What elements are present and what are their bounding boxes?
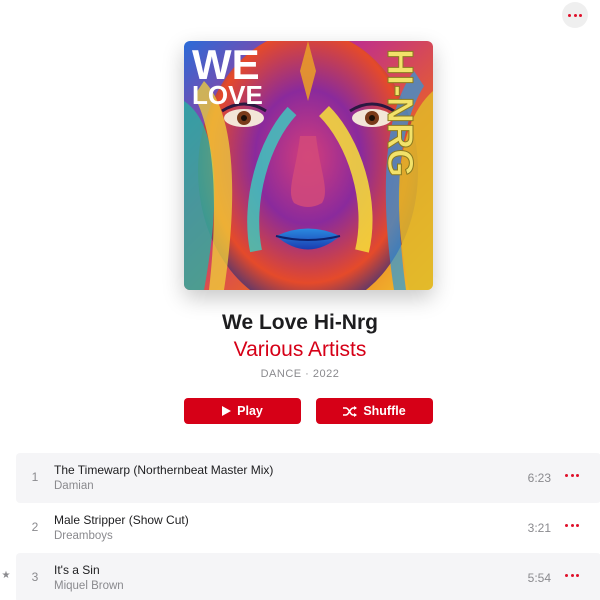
track-number: 2: [31, 520, 39, 534]
play-icon: [222, 406, 232, 416]
track-duration: 3:21: [527, 521, 551, 535]
track-artist-link[interactable]: Miquel Brown: [54, 580, 124, 592]
track-title: The Timewarp (Northernbeat Master Mix): [54, 463, 274, 477]
track-number: 1: [31, 470, 39, 484]
shuffle-button[interactable]: Shuffle: [316, 398, 433, 424]
track-more-options-icon[interactable]: [565, 574, 579, 577]
album-artwork[interactable]: WE LOVE HI-NRG: [184, 41, 433, 290]
artwork-text-hinrg: HI-NRG: [380, 49, 421, 177]
album-genre-year: DANCE · 2022: [260, 368, 340, 380]
track-row[interactable]: 2 Male Stripper (Show Cut) Dreamboys 3:2…: [16, 503, 600, 553]
favorite-star-icon: ★: [1, 570, 11, 581]
track-row[interactable]: ★ 3 It's a Sin Miquel Brown 5:54: [2, 553, 600, 600]
artwork-text-love: LOVE: [192, 80, 263, 110]
track-artist-link[interactable]: Damian: [54, 480, 94, 492]
track-artist-link[interactable]: Dreamboys: [54, 530, 113, 542]
track-row[interactable]: 1 The Timewarp (Northernbeat Master Mix)…: [16, 453, 600, 503]
ellipsis-icon: [568, 13, 582, 17]
track-number: 3: [31, 570, 39, 584]
album-artist-link[interactable]: Various Artists: [0, 338, 600, 362]
track-more-options-icon[interactable]: [565, 474, 579, 477]
track-duration: 5:54: [527, 571, 551, 585]
album-artwork-image: WE LOVE HI-NRG: [184, 41, 433, 290]
shuffle-label: Shuffle: [363, 404, 406, 418]
play-label: Play: [237, 404, 263, 418]
album-page: WE LOVE HI-NRG We Love Hi-Nrg Various Ar…: [0, 0, 600, 600]
album-title: We Love Hi-Nrg: [222, 311, 378, 334]
track-title: It's a Sin: [54, 563, 100, 577]
play-button[interactable]: Play: [184, 398, 301, 424]
track-more-options-icon[interactable]: [565, 524, 579, 527]
track-list: 1 The Timewarp (Northernbeat Master Mix)…: [2, 453, 600, 600]
shuffle-icon: [343, 405, 358, 417]
more-options-button[interactable]: [562, 2, 588, 28]
track-duration: 6:23: [527, 471, 551, 485]
track-title: Male Stripper (Show Cut): [54, 513, 189, 527]
